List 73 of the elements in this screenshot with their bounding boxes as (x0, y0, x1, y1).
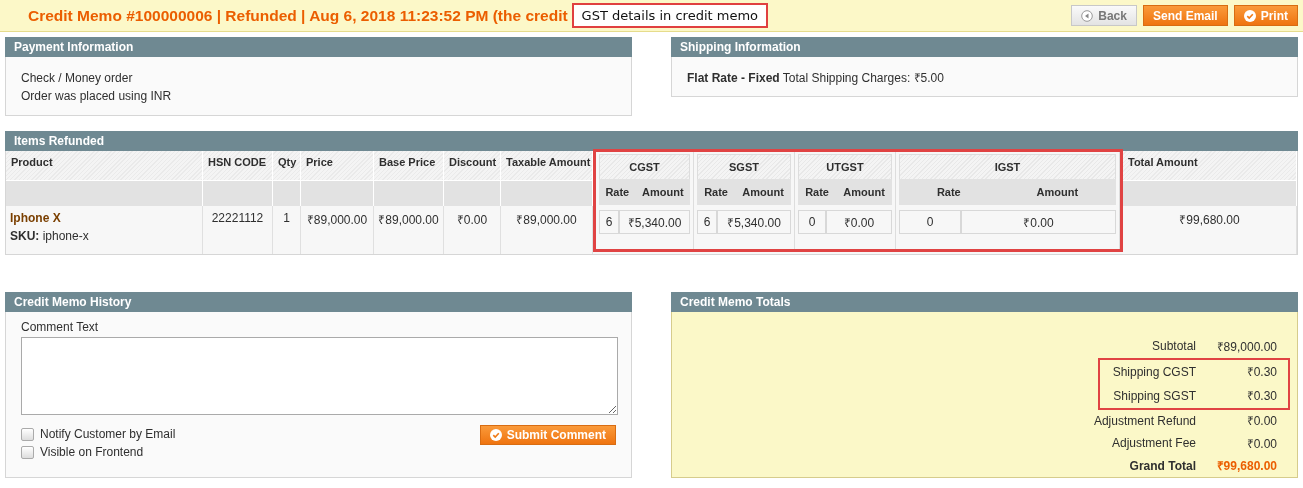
column-header: IGST (899, 154, 1116, 181)
total-value: ₹89,000.00 (1215, 338, 1277, 355)
column-header: HSN CODE (203, 151, 273, 180)
tax-amount-cell: ₹0.00 (961, 210, 1116, 234)
table-cell: ₹89,000.00 (301, 206, 374, 254)
column-header: Rate (605, 186, 630, 198)
total-value: ₹0.30 (1245, 388, 1277, 404)
column-header: Rate (936, 186, 961, 198)
checkbox-label: Visible on Frontend (40, 445, 144, 459)
section-header: Payment Information (5, 37, 632, 57)
table-cell: ₹89,000.00 (501, 206, 593, 254)
column-header: Price (301, 151, 374, 180)
payment-text: Order was placed using INR (21, 88, 173, 105)
column-header: UTGST (798, 154, 892, 181)
section-header: Credit Memo History (5, 292, 632, 312)
comment-field[interactable] (21, 337, 618, 415)
checkbox[interactable] (21, 445, 34, 459)
total-value: ₹0.00 (1245, 435, 1277, 452)
table-cell: 1 (273, 206, 301, 254)
total-label: Subtotal (1150, 339, 1196, 354)
send-email-button[interactable]: Send Email (1142, 5, 1228, 26)
section-header: Credit Memo Totals (671, 292, 1298, 312)
column-header: Base Price (374, 151, 444, 180)
table-cell: 22221112 (203, 206, 273, 254)
tax-amount-cell: ₹5,340.00 (619, 210, 690, 234)
total-label: Grand Total (1128, 458, 1196, 473)
check-icon (489, 429, 502, 441)
header-band (374, 180, 444, 206)
column-header: Amount (1036, 186, 1079, 198)
back-button[interactable]: Back (1071, 5, 1137, 26)
section-header: Shipping Information (671, 37, 1298, 57)
tax-amount-cell: ₹0.00 (826, 210, 892, 234)
column-header: Amount (742, 186, 784, 198)
check-icon (1243, 9, 1256, 22)
tax-rate-cell: 0 (899, 210, 961, 234)
checkbox-label: Notify Customer by Email (40, 427, 176, 441)
total-value: ₹0.30 (1245, 364, 1277, 380)
column-header: Amount (642, 186, 684, 198)
shipping-text: Flat Rate - Fixed Total Shipping Charges: ₹5.00 (687, 71, 944, 85)
tax-rate-cell: 6 (697, 210, 717, 234)
tax-amount-cell: ₹5,340.00 (717, 210, 791, 234)
column-header: SGST (697, 154, 791, 181)
total-label: Adjustment Fee (1110, 436, 1196, 451)
column-header: Discount (444, 151, 501, 180)
column-header: Rate (805, 186, 829, 198)
column-header: Qty (273, 151, 301, 180)
column-header: Product (6, 151, 203, 180)
product-name: Iphone X (10, 210, 62, 227)
print-button[interactable]: Print (1233, 5, 1298, 26)
page-title: Credit Memo #100000006 | Refunded | Aug 6, 2018 11:23:52 PM (the credit (28, 6, 568, 25)
annotation-callout: GST details in credit memo (571, 3, 768, 28)
column-header: CGST (599, 154, 690, 181)
column-header: Taxable Amount (501, 151, 593, 180)
section-header: Items Refunded (5, 131, 1298, 151)
column-header: Amount (843, 186, 885, 198)
column-header: Rate (704, 186, 728, 198)
product-sku: SKU: iphone-x (10, 228, 90, 245)
field-label: Comment Text (21, 320, 100, 334)
tax-rate-cell: 0 (798, 210, 826, 234)
checkbox[interactable] (21, 427, 34, 441)
total-label: Adjustment Refund (1092, 413, 1196, 428)
table-cell: ₹89,000.00 (374, 206, 444, 254)
submit-comment-button[interactable]: Submit Comment (479, 425, 616, 445)
column-header: Total Amount (1123, 151, 1297, 180)
total-label: Shipping CGST (1111, 364, 1196, 379)
table-cell: ₹0.00 (444, 206, 501, 254)
total-value: ₹99,680.00 (1215, 458, 1277, 475)
total-label: Shipping SGST (1112, 388, 1196, 403)
total-value: ₹0.00 (1245, 413, 1277, 430)
payment-text: Check / Money order (21, 70, 134, 87)
table-cell: ₹99,680.00 (1123, 206, 1297, 254)
tax-rate-cell: 6 (599, 210, 619, 234)
back-icon (1081, 9, 1094, 22)
